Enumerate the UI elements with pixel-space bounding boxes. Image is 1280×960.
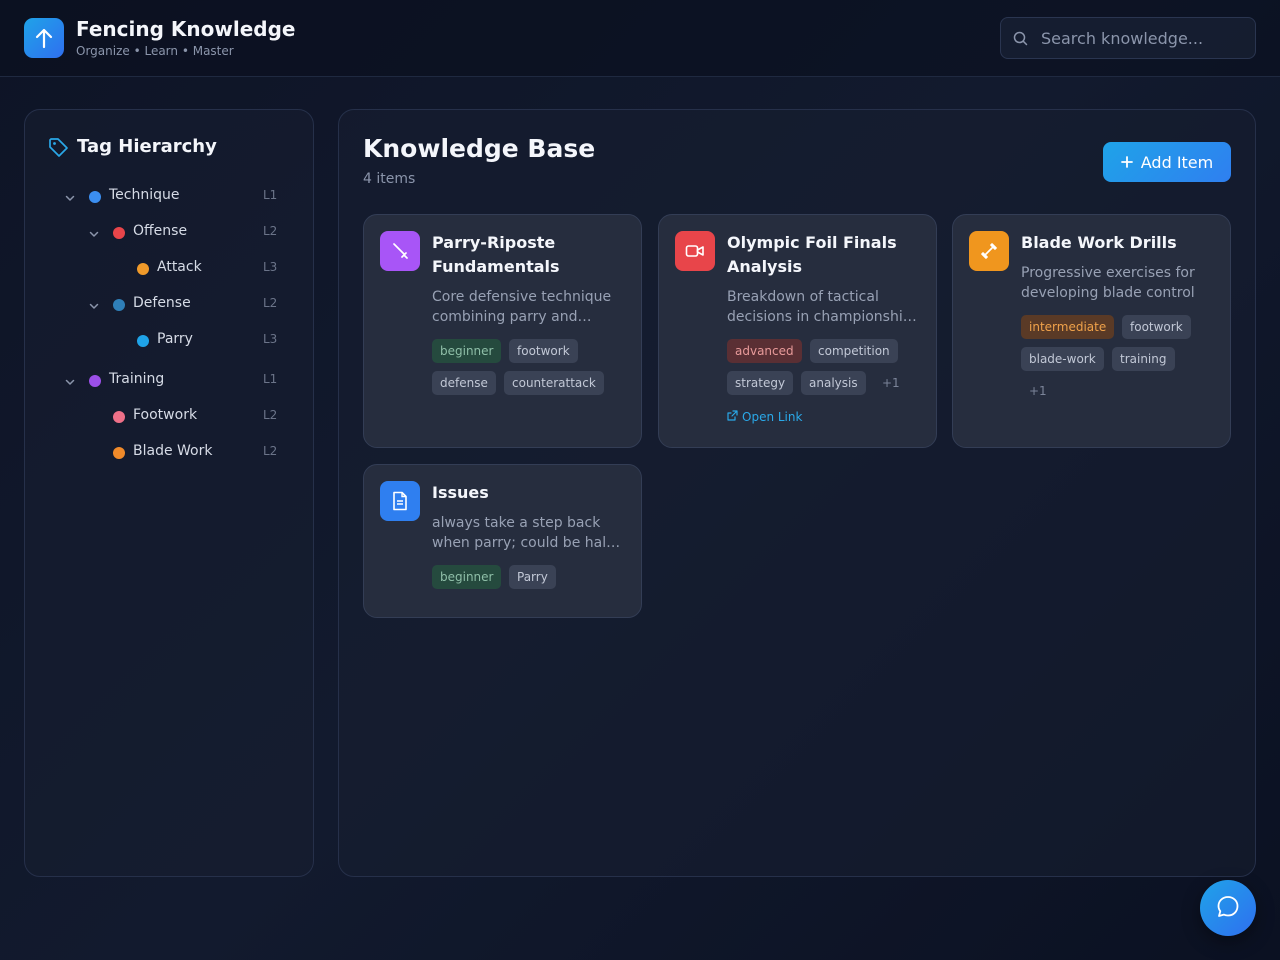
- app-header: Fencing Knowledge Organize • Learn • Mas…: [0, 0, 1280, 77]
- tag-chip[interactable]: Parry: [509, 565, 556, 589]
- open-link-label: Open Link: [742, 410, 803, 424]
- search-input[interactable]: [1041, 18, 1246, 58]
- tag-color-dot: [137, 263, 149, 275]
- video-icon: [675, 231, 715, 271]
- app-subtitle: Organize • Learn • Master: [76, 44, 234, 58]
- more-tags-count[interactable]: +1: [882, 371, 900, 395]
- knowledge-card[interactable]: Issues always take a step back when parr…: [363, 464, 642, 618]
- tag-color-dot: [113, 447, 125, 459]
- tag-label: Training: [109, 371, 165, 387]
- tag-color-dot: [113, 227, 125, 239]
- tag-chip[interactable]: competition: [810, 339, 898, 363]
- knowledge-card[interactable]: Olympic Foil Finals Analysis Breakdown o…: [658, 214, 937, 448]
- tag-chip[interactable]: beginner: [432, 565, 502, 589]
- tag-level: L2: [263, 224, 278, 238]
- tag-color-dot: [113, 411, 125, 423]
- tag-chip[interactable]: beginner: [432, 339, 502, 363]
- tag-label: Defense: [133, 295, 191, 311]
- document-icon: [380, 481, 420, 521]
- open-link[interactable]: Open Link: [727, 410, 802, 424]
- chat-button[interactable]: [1200, 880, 1256, 936]
- tag-color-dot: [137, 335, 149, 347]
- tag-tree-item[interactable]: Attack L3: [0, 254, 290, 282]
- add-item-button[interactable]: Add Item: [1103, 142, 1231, 182]
- item-count: 4 items: [363, 171, 416, 187]
- tag-chip[interactable]: strategy: [727, 371, 794, 395]
- tag-chip[interactable]: counterattack: [504, 371, 604, 395]
- tag-level: L2: [263, 296, 278, 310]
- tag-chip[interactable]: footwork: [509, 339, 578, 363]
- card-description: Progressive exercises for developing bla…: [1021, 265, 1195, 301]
- tag-level: L3: [263, 260, 278, 274]
- more-tags-count[interactable]: +1: [1029, 379, 1047, 403]
- chevron-down-icon[interactable]: [88, 225, 100, 244]
- tag-level: L2: [263, 408, 278, 422]
- chevron-down-icon[interactable]: [64, 189, 76, 208]
- tag-tree-item[interactable]: Blade Work L2: [0, 438, 290, 466]
- tag-chip[interactable]: defense: [432, 371, 496, 395]
- card-title: Olympic Foil Finals Analysis: [727, 233, 897, 276]
- card-title: Parry-Riposte Fundamentals: [432, 233, 560, 276]
- plus-icon: [1120, 153, 1133, 172]
- tag-tree-item[interactable]: Parry L3: [0, 326, 290, 354]
- search-box[interactable]: [1000, 17, 1256, 59]
- tag-label: Parry: [157, 331, 193, 347]
- card-description: always take a step back when parry; coul…: [432, 515, 621, 551]
- chevron-down-icon[interactable]: [64, 373, 76, 392]
- tag-chip[interactable]: analysis: [801, 371, 866, 395]
- page-title: Knowledge Base: [363, 134, 596, 163]
- card-description: Core defensive technique combining parry…: [432, 289, 612, 325]
- tag-tree-item[interactable]: Footwork L2: [0, 402, 290, 430]
- tag-tree-item[interactable]: Technique L1: [0, 182, 290, 210]
- tag-color-dot: [89, 191, 101, 203]
- tag-chip[interactable]: footwork: [1122, 315, 1191, 339]
- search-icon: [1013, 31, 1028, 50]
- tag-label: Footwork: [133, 407, 198, 423]
- tag-label: Offense: [133, 223, 188, 239]
- chevron-down-icon[interactable]: [88, 297, 100, 316]
- card-description: Breakdown of tactical decisions in champ…: [727, 289, 917, 325]
- card-title: Issues: [432, 483, 489, 502]
- tag-chip[interactable]: training: [1112, 347, 1175, 371]
- tag-chip[interactable]: blade-work: [1021, 347, 1104, 371]
- sidebar-title: Tag Hierarchy: [77, 136, 217, 157]
- tag-level: L3: [263, 332, 278, 346]
- logo-icon: [24, 18, 64, 58]
- tag-label: Technique: [109, 187, 180, 203]
- tag-chip[interactable]: advanced: [727, 339, 802, 363]
- tag-tree-item[interactable]: Defense L2: [0, 290, 290, 318]
- tag-color-dot: [113, 299, 125, 311]
- tag-chip[interactable]: intermediate: [1021, 315, 1115, 339]
- tag-tree-item[interactable]: Training L1: [0, 366, 290, 394]
- tag-level: L2: [263, 444, 278, 458]
- tag-color-dot: [89, 375, 101, 387]
- tag-label: Blade Work: [133, 443, 213, 459]
- app-title: Fencing Knowledge: [76, 17, 296, 41]
- tag-level: L1: [263, 372, 278, 386]
- chat-icon: [1215, 894, 1241, 923]
- tag-tree-item[interactable]: Offense L2: [0, 218, 290, 246]
- card-title: Blade Work Drills: [1021, 233, 1177, 252]
- tag-level: L1: [263, 188, 278, 202]
- knowledge-card[interactable]: Parry-Riposte Fundamentals Core defensiv…: [363, 214, 642, 448]
- dumbbell-icon: [969, 231, 1009, 271]
- tag-label: Attack: [157, 259, 202, 275]
- add-item-label: Add Item: [1140, 152, 1214, 172]
- sword-icon: [380, 231, 420, 271]
- knowledge-card[interactable]: Blade Work Drills Progressive exercises …: [952, 214, 1231, 448]
- tag-icon: [48, 137, 69, 162]
- external-link-icon: [727, 410, 738, 424]
